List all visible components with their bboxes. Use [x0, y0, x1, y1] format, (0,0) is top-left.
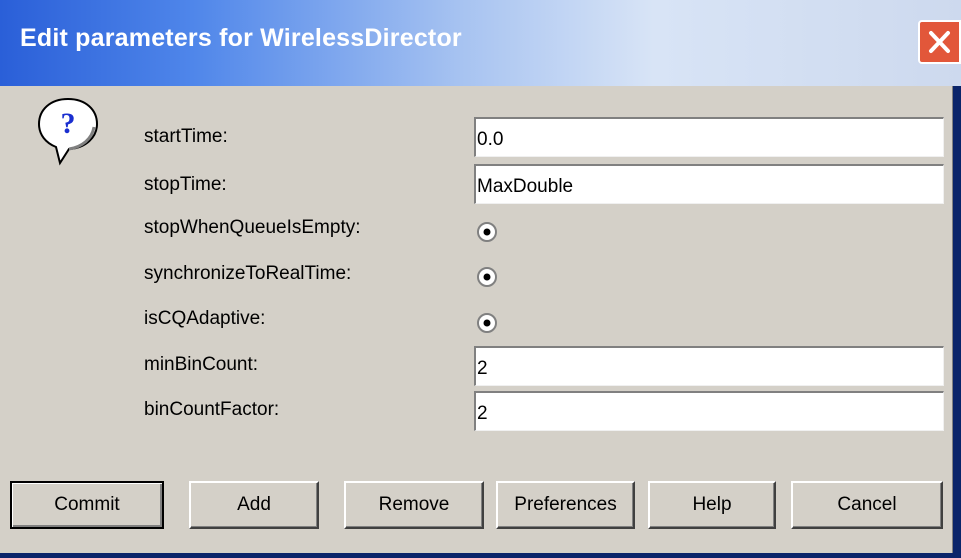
preferences-button[interactable]: Preferences — [496, 481, 635, 529]
cancel-button[interactable]: Cancel — [791, 481, 943, 529]
label-stoptime: stopTime: — [144, 174, 227, 195]
iscqadaptive-radio[interactable] — [471, 307, 503, 339]
title-bar[interactable]: Edit parameters for WirelessDirector — [0, 0, 961, 86]
synchronizetorealtime-radio[interactable] — [471, 261, 503, 293]
starttime-field[interactable]: 0.0 — [474, 117, 944, 157]
commit-button[interactable]: Commit — [10, 481, 164, 529]
label-minbincount: minBinCount: — [144, 354, 259, 375]
label-bincountfactor: binCountFactor: — [144, 399, 280, 420]
label-starttime: startTime: — [144, 126, 228, 147]
close-icon — [929, 31, 950, 53]
svg-text:?: ? — [61, 107, 76, 140]
question-icon: ? — [37, 97, 99, 166]
window-title: Edit parameters for WirelessDirector — [20, 24, 462, 52]
bincountfactor-field[interactable]: 2 — [474, 391, 944, 431]
dialog-body: ? startTime: 0.0 stopTime: MaxDouble sto… — [0, 86, 953, 553]
label-iscqadaptive: isCQAdaptive: — [144, 308, 266, 329]
help-button[interactable]: Help — [648, 481, 776, 529]
dialog-window: Edit parameters for WirelessDirector ? s… — [0, 0, 961, 558]
close-button[interactable] — [918, 20, 961, 64]
label-stopwhenqueueisempty: stopWhenQueueIsEmpty: — [144, 217, 361, 238]
remove-button[interactable]: Remove — [344, 481, 484, 529]
window-bottom-border — [0, 553, 961, 558]
stopwhenqueueisempty-radio[interactable] — [471, 216, 503, 248]
label-synchronizetorealtime: synchronizeToRealTime: — [144, 263, 352, 284]
minbincount-field[interactable]: 2 — [474, 346, 944, 386]
stoptime-field[interactable]: MaxDouble — [474, 164, 944, 204]
add-button[interactable]: Add — [189, 481, 319, 529]
